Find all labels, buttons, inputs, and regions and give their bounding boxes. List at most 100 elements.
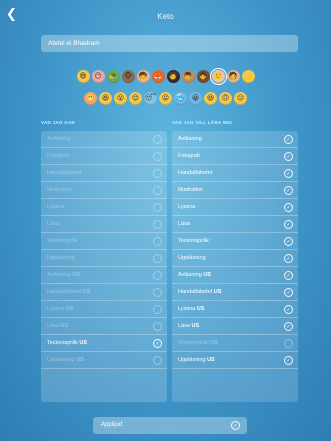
check-circle-icon bbox=[153, 271, 162, 280]
skill-label: Läsa bbox=[47, 221, 59, 227]
apply-button[interactable]: Applijud ✓ bbox=[93, 417, 247, 434]
skill-row[interactable]: Uppläsning US ✓ bbox=[172, 352, 298, 369]
skill-locale-suffix: US bbox=[65, 306, 74, 312]
apply-button-label: Applijud bbox=[101, 422, 123, 428]
skill-locale-suffix: US bbox=[76, 357, 84, 363]
skill-label: Handalfabetet bbox=[178, 289, 213, 295]
skill-row[interactable]: Lyssna US ✓ bbox=[172, 301, 298, 318]
check-circle-icon bbox=[153, 220, 162, 229]
skill-row[interactable]: Avläsning US bbox=[41, 267, 167, 284]
skill-row[interactable]: Uppläsning ✓ bbox=[172, 250, 298, 267]
check-circle-icon: ✓ bbox=[284, 203, 293, 212]
skill-row[interactable]: Teckenspråk US ✓ bbox=[41, 335, 167, 352]
avatar-option[interactable]: 😬 bbox=[84, 92, 97, 105]
avatar-option[interactable]: 😌 bbox=[129, 92, 142, 105]
avatar-row: 😄 😶 🐢 🐵 🧒 🦊 🧑 👦 👧 🙂 🧑 🌙 bbox=[0, 68, 331, 85]
skill-label: Teckenspråk bbox=[47, 238, 78, 244]
skill-row[interactable]: Handalfabetet bbox=[41, 165, 167, 182]
check-circle-icon: ✓ bbox=[284, 305, 293, 314]
avatar-option[interactable]: 🐵 bbox=[121, 70, 135, 83]
avatar-option[interactable]: 😛 bbox=[159, 92, 172, 105]
check-circle-icon: ✓ bbox=[284, 186, 293, 195]
skill-label: Teckenspråk bbox=[178, 238, 209, 244]
check-circle-icon: ✓ bbox=[284, 322, 293, 331]
skill-row[interactable]: Läsa US ✓ bbox=[172, 318, 298, 335]
skill-row[interactable]: Teckenspråk bbox=[41, 233, 167, 250]
check-circle-icon bbox=[153, 305, 162, 314]
skill-row[interactable]: Lyssna ✓ bbox=[172, 199, 298, 216]
avatar-option[interactable]: 👦 bbox=[181, 70, 195, 83]
skill-locale-suffix: US bbox=[203, 272, 211, 278]
avatar-option[interactable]: 😃 bbox=[204, 92, 217, 105]
skill-label: Teckenspråk bbox=[178, 340, 209, 346]
skills-learn-list: Avläsning ✓ Fotografi ✓ Handalfabetet ✓ Illust… bbox=[172, 131, 298, 402]
skill-row[interactable]: Lyssna US bbox=[41, 301, 167, 318]
skill-locale-suffix: US bbox=[191, 323, 200, 329]
avatar-option[interactable]: 🥶 bbox=[174, 92, 187, 105]
skill-locale-suffix: US bbox=[213, 289, 222, 295]
avatar-option[interactable]: 🦊 bbox=[151, 70, 165, 83]
check-circle-icon: ✓ bbox=[284, 356, 293, 365]
skill-row[interactable]: Avläsning ✓ bbox=[172, 131, 298, 148]
check-circle-icon bbox=[153, 254, 162, 263]
skill-row[interactable]: Läsa US bbox=[41, 318, 167, 335]
avatar-option[interactable]: 😶 bbox=[91, 70, 105, 83]
avatar-option[interactable]: 🙂 bbox=[209, 68, 227, 85]
skills-can-list: Avläsning Fotografi Handalfabetet Illustrat… bbox=[41, 131, 167, 402]
skill-row[interactable]: Avläsning US ✓ bbox=[172, 267, 298, 284]
check-circle-icon: ✓ bbox=[284, 135, 293, 144]
skill-locale-suffix: US bbox=[207, 357, 215, 363]
check-circle-icon bbox=[153, 135, 162, 144]
avatar-option[interactable]: 👧 bbox=[196, 70, 210, 83]
avatar-option[interactable]: 😀 bbox=[189, 92, 202, 105]
check-circle-icon bbox=[153, 237, 162, 246]
skill-label: Avläsning bbox=[178, 272, 202, 278]
avatar-option[interactable]: 😮 bbox=[114, 92, 127, 105]
skill-row[interactable]: Fotografi ✓ bbox=[172, 148, 298, 165]
check-circle-icon: ✓ bbox=[284, 254, 293, 263]
skill-label: Illustration bbox=[47, 187, 73, 193]
avatar-option[interactable]: 🙃 bbox=[219, 92, 232, 105]
skill-locale-suffix: US bbox=[72, 272, 80, 278]
avatar-option[interactable]: 🧑 bbox=[226, 70, 240, 83]
check-circle-icon: ✓ bbox=[284, 169, 293, 178]
avatar-option[interactable]: 😑 bbox=[234, 92, 247, 105]
skill-row[interactable]: Uppläsning bbox=[41, 250, 167, 267]
skill-label: Handalfabetet bbox=[47, 170, 82, 176]
skill-label: Illustration bbox=[178, 187, 204, 193]
skill-row[interactable]: Handalfabetet US bbox=[41, 284, 167, 301]
avatar-option[interactable]: 🧒 bbox=[136, 70, 150, 83]
check-circle-icon bbox=[153, 322, 162, 331]
skill-label: Lyssna bbox=[178, 306, 196, 312]
skill-row[interactable]: Fotografi bbox=[41, 148, 167, 165]
avatar-option[interactable]: 😆 bbox=[99, 92, 112, 105]
skill-row[interactable]: Teckenspråk US bbox=[172, 335, 298, 352]
avatar-option[interactable]: 🧑 bbox=[166, 70, 180, 83]
skill-label: Fotografi bbox=[47, 153, 69, 159]
skill-row[interactable]: Avläsning bbox=[41, 131, 167, 148]
check-circle-icon: ✓ bbox=[153, 339, 162, 348]
skill-row[interactable]: Läsa ✓ bbox=[172, 216, 298, 233]
check-circle-icon: ✓ bbox=[284, 220, 293, 229]
skill-row[interactable]: Handalfabetet ✓ bbox=[172, 165, 298, 182]
avatar-option[interactable]: 😄 bbox=[76, 70, 90, 83]
skill-label: Avläsning bbox=[47, 136, 71, 142]
skill-row[interactable]: Teckenspråk ✓ bbox=[172, 233, 298, 250]
skill-locale-suffix: US bbox=[210, 340, 219, 346]
skill-row[interactable]: Illustration ✓ bbox=[172, 182, 298, 199]
skill-row[interactable]: Uppläsning US bbox=[41, 352, 167, 369]
skill-label: Avläsning bbox=[47, 272, 71, 278]
skill-row[interactable]: Handalfabetet US ✓ bbox=[172, 284, 298, 301]
name-input[interactable]: Abdel el Bhadram bbox=[41, 35, 298, 52]
avatar-option[interactable]: 🐢 bbox=[106, 70, 120, 83]
skill-label: Lyssna bbox=[47, 306, 65, 312]
avatar-option[interactable]: 🌙 bbox=[241, 70, 255, 83]
skill-row[interactable]: Läsa bbox=[41, 216, 167, 233]
skill-row[interactable]: Illustration bbox=[41, 182, 167, 199]
check-circle-icon: ✓ bbox=[284, 271, 293, 280]
skill-locale-suffix: US bbox=[60, 323, 69, 329]
check-circle-icon bbox=[153, 152, 162, 161]
avatar-option[interactable]: 😴 bbox=[144, 92, 157, 105]
skill-row[interactable]: Lyssna bbox=[41, 199, 167, 216]
check-circle-icon: ✓ bbox=[231, 421, 240, 430]
